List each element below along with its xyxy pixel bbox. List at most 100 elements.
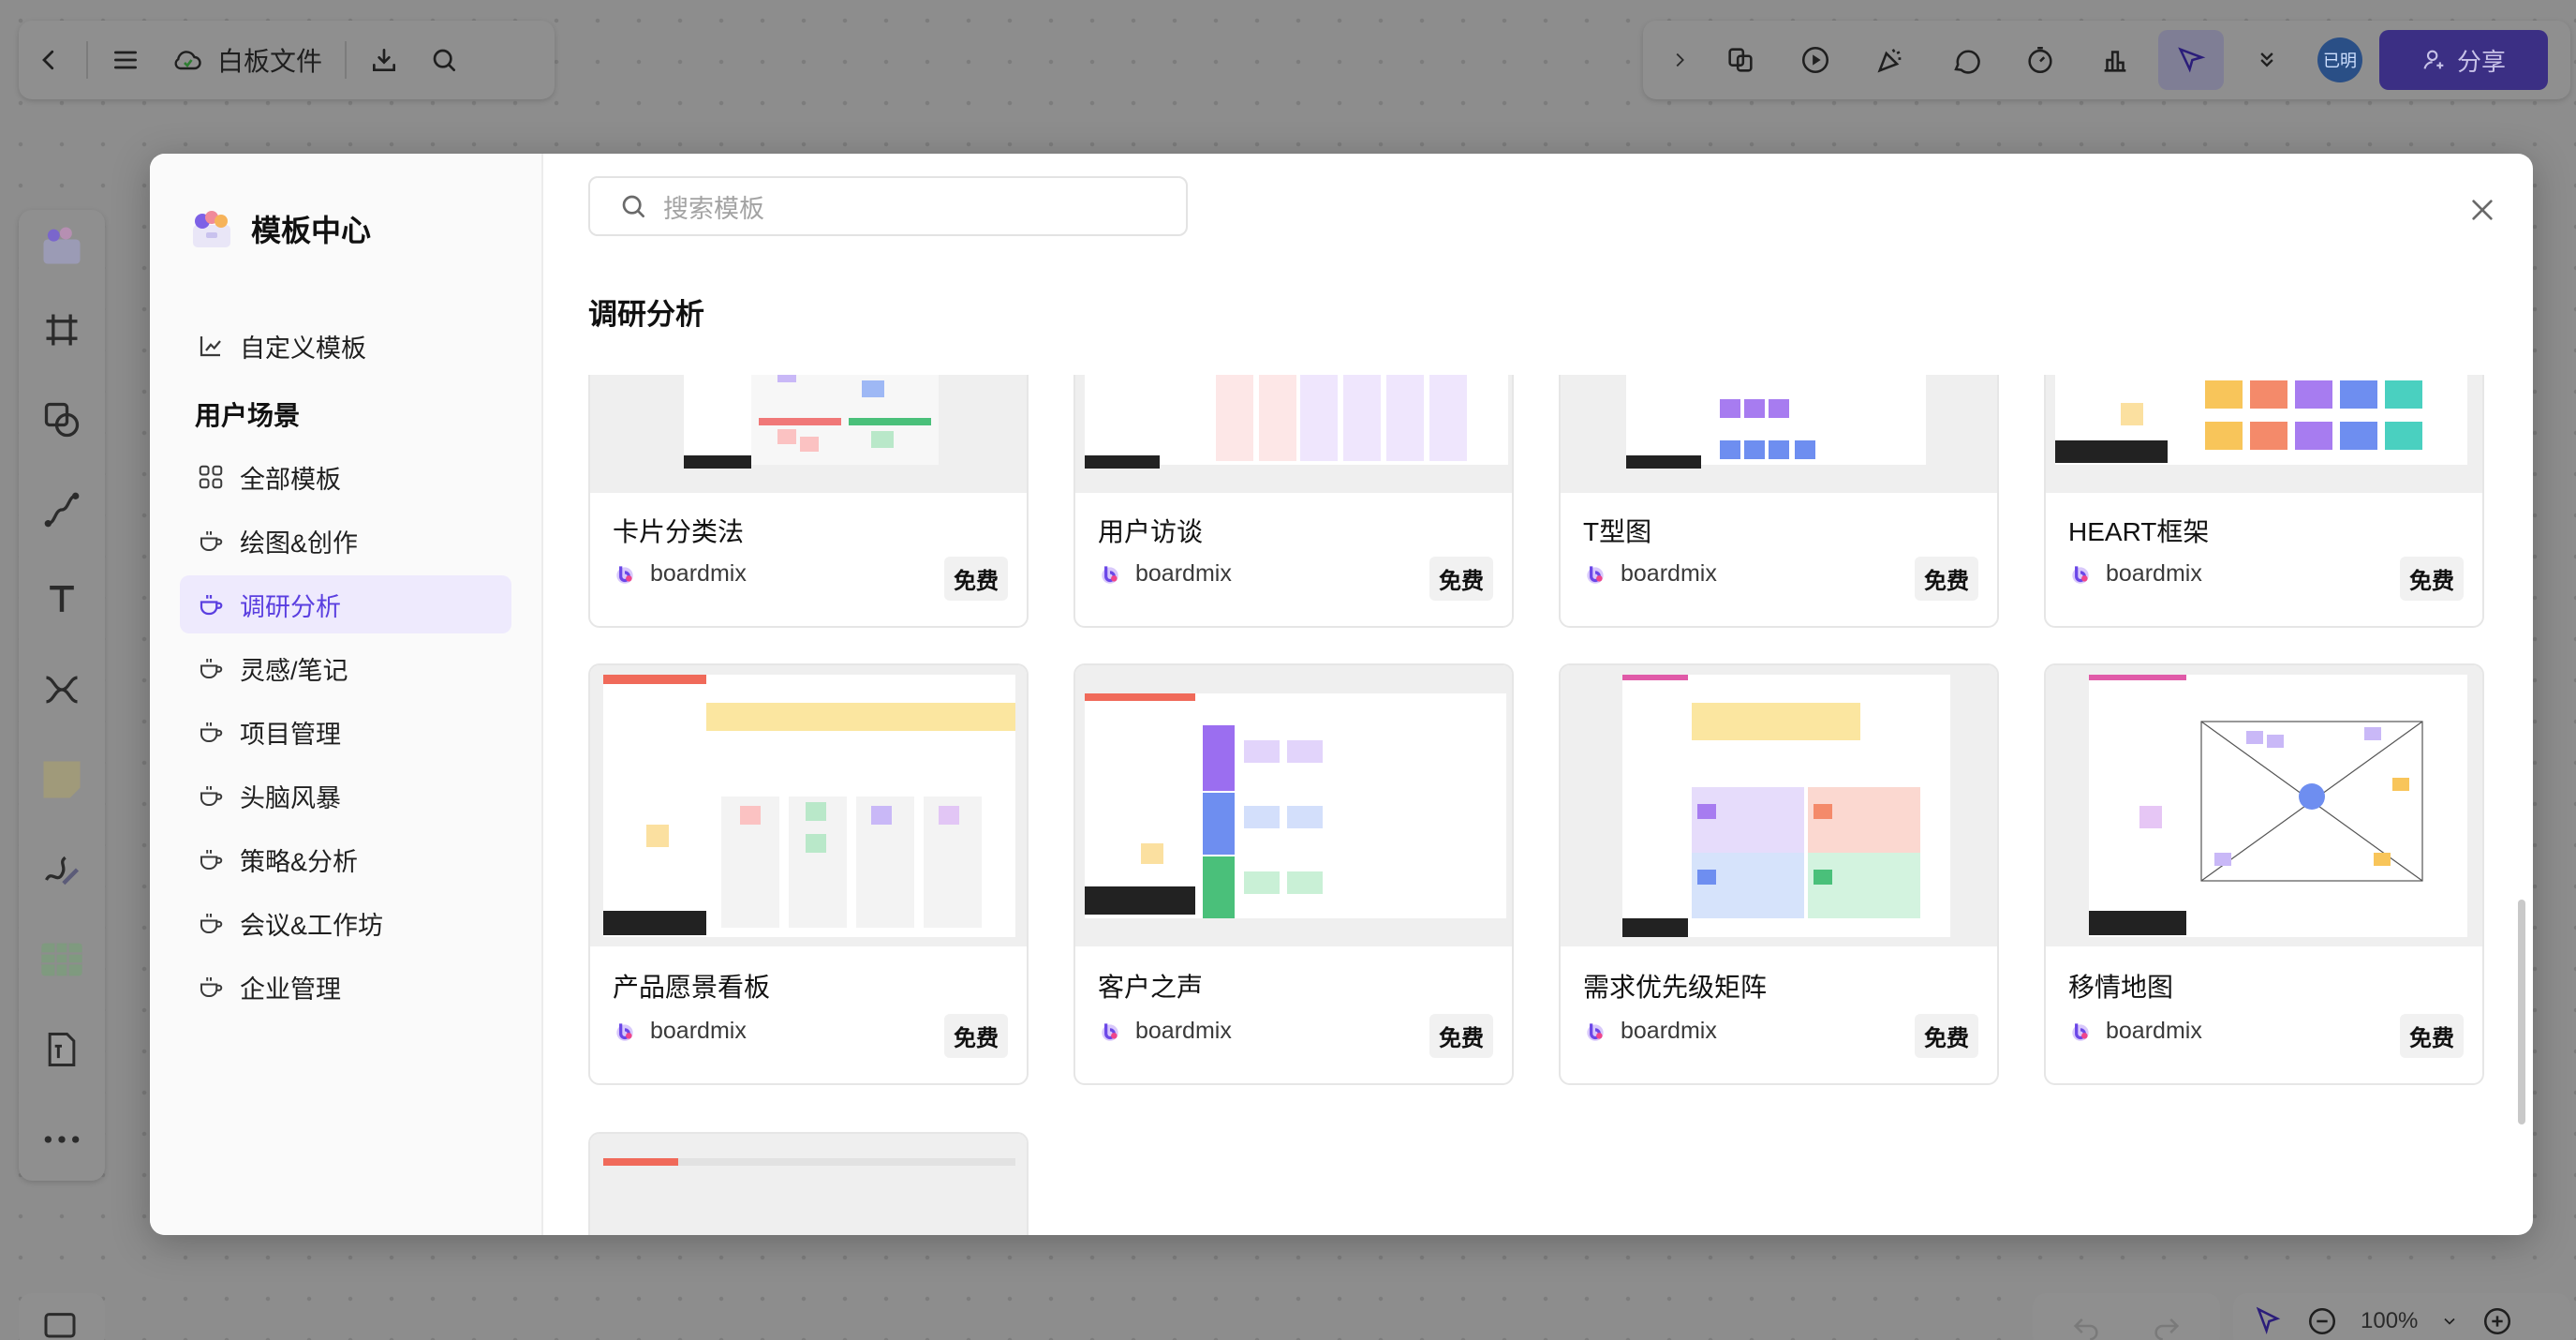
cup-icon bbox=[200, 531, 223, 551]
more-tools[interactable] bbox=[36, 1113, 88, 1166]
cup-icon bbox=[200, 850, 223, 870]
sticky-note-tool[interactable] bbox=[36, 753, 88, 806]
top-right-toolbar: 已明 分享 bbox=[1643, 21, 2570, 99]
cloud-sync-icon bbox=[174, 51, 201, 70]
template-tool[interactable] bbox=[36, 219, 88, 272]
select-cursor-icon[interactable] bbox=[2252, 1305, 2284, 1337]
pen-icon bbox=[45, 856, 80, 886]
more-tools-button[interactable] bbox=[2229, 30, 2304, 90]
template-card[interactable]: 卡片分类法 boardmix 免费 bbox=[588, 375, 1029, 628]
template-name: 客户之声 bbox=[1098, 973, 1204, 1002]
custom-templates-link[interactable]: 自定义模板 bbox=[180, 317, 511, 375]
vote-button[interactable] bbox=[2078, 30, 2153, 90]
zoom-in-icon[interactable] bbox=[2481, 1305, 2513, 1337]
brand-title: 模板中心 bbox=[251, 214, 372, 247]
divider bbox=[86, 41, 88, 79]
document-icon bbox=[48, 1033, 76, 1066]
category-label: 调研分析 bbox=[240, 592, 341, 621]
search-button[interactable] bbox=[414, 30, 474, 90]
file-title-area[interactable]: 白板文件 bbox=[155, 41, 337, 79]
table-tool[interactable] bbox=[36, 933, 88, 986]
search-input[interactable]: 搜索模板 bbox=[588, 176, 1188, 236]
category-label: 策略&分析 bbox=[240, 847, 359, 876]
user-scenarios-heading: 用户场景 bbox=[195, 401, 301, 430]
category-brainstorm[interactable]: 头脑风暴 bbox=[180, 767, 511, 825]
file-name[interactable]: 白板文件 bbox=[217, 41, 322, 79]
template-card[interactable]: HEART框架 boardmix 免费 bbox=[2044, 375, 2484, 628]
category-enterprise[interactable]: 企业管理 bbox=[180, 958, 511, 1016]
price-badge: 免费 bbox=[1915, 557, 1978, 601]
template-grid: 卡片分类法 boardmix 免费 用户访谈 boardmix 免费 T型图 b… bbox=[588, 375, 2499, 1235]
table-icon bbox=[41, 943, 82, 976]
category-research[interactable]: 调研分析 bbox=[180, 575, 511, 633]
cup-icon bbox=[200, 977, 223, 997]
template-center-modal: 模板中心 自定义模板 用户场景 全部模板 绘图&创作 调研分析 灵感/笔记 项目… bbox=[150, 154, 2533, 1235]
template-card[interactable]: 用户访谈 boardmix 免费 bbox=[1073, 375, 1514, 628]
category-meeting[interactable]: 会议&工作坊 bbox=[180, 894, 511, 952]
template-card[interactable]: T型图 boardmix 免费 bbox=[1559, 375, 1999, 628]
comment-icon bbox=[1954, 50, 1980, 74]
template-name: T型图 bbox=[1583, 517, 1652, 546]
back-button[interactable] bbox=[19, 30, 79, 90]
zoom-out-icon[interactable] bbox=[2306, 1305, 2338, 1337]
avatar[interactable]: 已明 bbox=[2317, 37, 2362, 82]
connector-tool[interactable] bbox=[36, 484, 88, 536]
cup-icon bbox=[200, 914, 223, 933]
price-badge: 免费 bbox=[2400, 1014, 2464, 1058]
shapes-icon bbox=[44, 402, 80, 438]
timer-button[interactable] bbox=[2003, 30, 2078, 90]
template-card[interactable]: 客户之声 boardmix 免费 bbox=[1073, 663, 1514, 1085]
expand-toolbar-button[interactable] bbox=[1656, 30, 1703, 90]
text-tool[interactable] bbox=[36, 573, 88, 626]
mindmap-tool[interactable] bbox=[36, 663, 88, 716]
comment-button[interactable] bbox=[1928, 30, 2003, 90]
category-all[interactable]: 全部模板 bbox=[180, 448, 511, 506]
more-horizontal-icon bbox=[44, 1136, 80, 1143]
zoom-level[interactable]: 100% bbox=[2361, 1308, 2418, 1334]
double-chevron-down-icon bbox=[2260, 52, 2273, 67]
document-tool[interactable] bbox=[36, 1023, 88, 1076]
author-name: boardmix bbox=[1135, 1018, 1232, 1044]
frame-icon bbox=[46, 314, 78, 346]
cup-icon bbox=[200, 595, 223, 616]
author-name: boardmix bbox=[650, 1018, 747, 1044]
frame-tool[interactable] bbox=[36, 304, 88, 356]
category-inspiration[interactable]: 灵感/笔记 bbox=[180, 639, 511, 697]
minimap-toggle[interactable] bbox=[19, 1293, 105, 1340]
template-name: 用户访谈 bbox=[1098, 517, 1204, 546]
template-author: boardmix bbox=[613, 1018, 747, 1045]
price-badge: 免费 bbox=[1429, 557, 1493, 601]
present-button[interactable] bbox=[1778, 30, 1853, 90]
pen-tool[interactable] bbox=[36, 843, 88, 896]
template-card[interactable]: 移情地图 boardmix 免费 bbox=[2044, 663, 2484, 1085]
template-name: HEART框架 bbox=[2068, 517, 2210, 546]
section-title: 调研分析 bbox=[588, 298, 704, 331]
template-card[interactable]: 需求优先级矩阵 boardmix 免费 bbox=[1559, 663, 1999, 1085]
scrollbar[interactable] bbox=[2518, 900, 2525, 1124]
share-button[interactable]: 分享 bbox=[2379, 30, 2548, 90]
template-thumbnail bbox=[1561, 375, 1997, 493]
download-icon bbox=[373, 49, 396, 71]
follow-cursor-button[interactable] bbox=[2158, 30, 2224, 90]
category-project[interactable]: 项目管理 bbox=[180, 703, 511, 761]
category-drawing[interactable]: 绘图&创作 bbox=[180, 512, 511, 570]
author-name: boardmix bbox=[650, 560, 747, 587]
menu-button[interactable] bbox=[96, 30, 155, 90]
close-icon[interactable] bbox=[2467, 195, 2497, 225]
template-thumbnail bbox=[2046, 665, 2482, 946]
shape-tool[interactable] bbox=[36, 394, 88, 446]
template-card[interactable]: 产品愿景看板 boardmix 免费 bbox=[588, 663, 1029, 1085]
category-strategy[interactable]: 策略&分析 bbox=[180, 830, 511, 888]
template-card[interactable] bbox=[588, 1132, 1029, 1235]
undo-icon[interactable] bbox=[2070, 1310, 2102, 1340]
template-author: boardmix bbox=[1098, 1018, 1232, 1045]
celebrate-button[interactable] bbox=[1853, 30, 1928, 90]
template-thumbnail bbox=[1561, 665, 1997, 946]
download-button[interactable] bbox=[354, 30, 414, 90]
chart-podium-icon bbox=[2104, 51, 2126, 72]
chevron-down-icon[interactable] bbox=[2440, 1312, 2459, 1331]
template-name: 产品愿景看板 bbox=[613, 973, 771, 1002]
redo-icon[interactable] bbox=[2151, 1310, 2183, 1340]
template-button[interactable] bbox=[1703, 30, 1778, 90]
template-thumbnail bbox=[2046, 375, 2482, 493]
